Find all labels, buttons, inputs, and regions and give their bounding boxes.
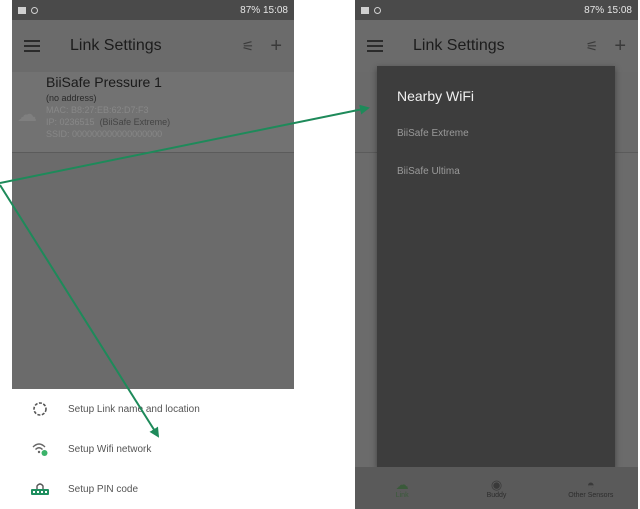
nav-link-label: Link — [395, 491, 409, 499]
nav-other-sensors[interactable]: ◓ Other Sensors — [544, 467, 638, 509]
menu-icon[interactable] — [24, 40, 40, 52]
setup-pin-item[interactable]: Setup PIN code — [12, 469, 294, 509]
left-phone-screen: 87% 15:08 Link Settings ⚟ + ☁ BiiSafe Pr… — [12, 0, 294, 509]
notification-icon — [361, 6, 369, 14]
app-bar: Link Settings ⚟ + — [12, 20, 294, 72]
wifi-option-ultima[interactable]: BiiSafe Ultima — [397, 166, 460, 177]
right-phone-screen: 87% 15:08 Link Settings ⚟ + Nearby WiFi … — [355, 0, 638, 509]
setup-pin-label: Setup PIN code — [68, 483, 139, 495]
buddy-icon: ◉ — [490, 476, 503, 492]
setup-link-name-item[interactable]: Setup Link name and location — [12, 389, 294, 429]
device-card[interactable]: ☁ BiiSafe Pressure 1 (no address) MAC: B… — [12, 72, 294, 153]
pin-code-icon — [12, 482, 68, 496]
cloud-icon: ☁ — [17, 104, 37, 126]
wifi-add-icon[interactable]: ⚟ — [242, 38, 255, 55]
status-bar: 87% 15:08 — [355, 0, 638, 20]
add-icon[interactable]: + — [270, 35, 282, 58]
nav-buddy-label: Buddy — [486, 491, 507, 499]
bottom-sheet: Setup Link name and location Setup Wifi … — [12, 389, 294, 509]
sync-icon — [31, 6, 38, 14]
status-bar-right: 87% 15:08 — [584, 4, 632, 16]
sensors-icon: ◓ — [586, 476, 595, 492]
nav-other-sensors-label: Other Sensors — [568, 491, 614, 499]
nav-buddy[interactable]: ◉ Buddy — [449, 467, 543, 509]
notification-icon — [18, 6, 26, 14]
page-title: Link Settings — [413, 37, 505, 54]
bottom-navigation: ☁ Link ◉ Buddy ◓ Other Sensors — [355, 467, 638, 509]
status-bar-right: 87% 15:08 — [240, 4, 288, 16]
dialog-title: Nearby WiFi — [397, 88, 475, 104]
menu-icon[interactable] — [367, 40, 383, 52]
setup-wifi-label: Setup Wifi network — [68, 443, 152, 455]
setup-wifi-item[interactable]: Setup Wifi network — [12, 429, 294, 469]
device-mac: MAC: B8:27:EB:62:D7:F3 — [46, 105, 149, 115]
nearby-wifi-dialog: Nearby WiFi BiiSafe Extreme BiiSafe Ulti… — [377, 66, 615, 468]
sync-icon — [374, 6, 381, 14]
device-extra: SSID: 000000000000000000 — [46, 129, 163, 139]
page-title: Link Settings — [70, 37, 162, 54]
add-icon[interactable]: + — [614, 35, 626, 58]
wifi-settings-icon — [12, 441, 68, 457]
wifi-add-icon[interactable]: ⚟ — [586, 38, 599, 55]
app-bar: Link Settings ⚟ + — [355, 20, 638, 72]
link-icon: ☁ — [395, 476, 409, 492]
nav-link[interactable]: ☁ Link — [355, 467, 449, 509]
device-ip: IP: 0236515 (BiiSafe Extreme) — [46, 117, 171, 127]
wifi-option-extreme[interactable]: BiiSafe Extreme — [397, 128, 469, 139]
device-address: (no address) — [46, 93, 97, 103]
status-bar: 87% 15:08 — [12, 0, 294, 20]
setup-link-name-label: Setup Link name and location — [68, 403, 200, 415]
circle-outline-icon — [12, 401, 68, 417]
device-name: BiiSafe Pressure 1 — [46, 74, 162, 90]
